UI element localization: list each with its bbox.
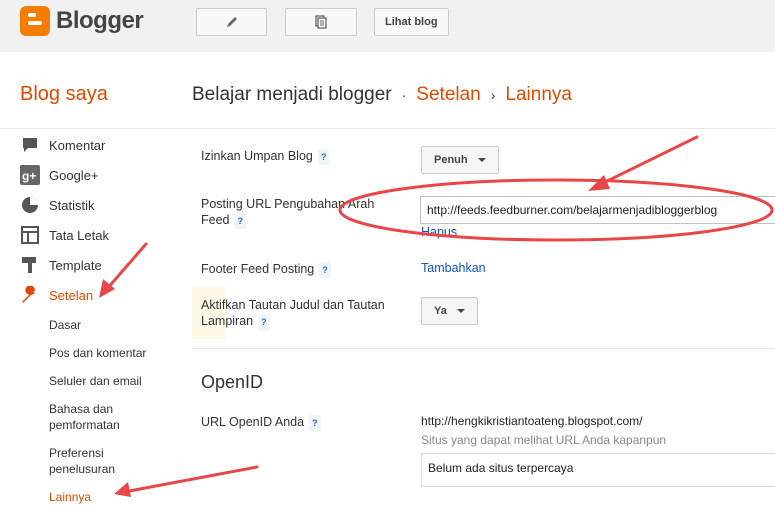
- breadcrumb-settings[interactable]: Setelan: [416, 84, 480, 106]
- stats-icon: [20, 195, 40, 215]
- sidebar-sub-mobile-email[interactable]: Seluler dan email: [49, 373, 142, 389]
- sidebar-item-template[interactable]: Template: [20, 255, 102, 275]
- redirect-label: Posting URL Pengubahan Arah Feed?: [201, 197, 375, 229]
- chevron-down-icon: [456, 309, 465, 313]
- help-icon[interactable]: ?: [319, 262, 331, 278]
- sidebar-item-stats[interactable]: Statistik: [20, 195, 95, 215]
- blogger-logo[interactable]: Blogger: [20, 6, 144, 36]
- sidebar-sub-language[interactable]: Bahasa dan pemformatan: [49, 401, 139, 433]
- view-blog-button[interactable]: Lihat blog: [374, 8, 449, 36]
- blog-title: Belajar menjadi blogger: [192, 84, 392, 105]
- footer-label: Footer Feed Posting?: [201, 261, 331, 278]
- annotation-arrow-url: [588, 135, 699, 191]
- redirect-url-input[interactable]: http://feeds.feedburner.com/belajarmenja…: [420, 196, 775, 224]
- sidebar-item-settings[interactable]: Setelan: [20, 285, 93, 305]
- title-links-dropdown[interactable]: Ya: [421, 297, 478, 325]
- breadcrumb-other: Lainnya: [505, 84, 572, 105]
- posts-list-button[interactable]: [285, 8, 357, 36]
- new-post-button[interactable]: [196, 8, 267, 36]
- documents-icon: [315, 15, 327, 29]
- template-icon: [20, 255, 40, 275]
- feed-label: Izinkan Umpan Blog?: [201, 148, 330, 165]
- sidebar-item-googleplus[interactable]: g+ Google+: [20, 165, 99, 185]
- sidebar-item-layout[interactable]: Tata Letak: [20, 225, 109, 245]
- my-blogs-link[interactable]: Blog saya: [20, 83, 108, 106]
- pencil-icon: [226, 17, 237, 27]
- top-bar: Blogger Lihat blog: [0, 0, 775, 52]
- section-divider: [192, 348, 775, 349]
- wrench-icon: [20, 285, 40, 305]
- svg-text:g+: g+: [22, 169, 36, 183]
- blogger-logo-icon: [20, 6, 50, 36]
- add-footer-link[interactable]: Tambahkan: [421, 261, 486, 275]
- feed-dropdown[interactable]: Penuh: [421, 146, 499, 174]
- openid-heading: OpenID: [201, 372, 264, 392]
- googleplus-icon: g+: [20, 165, 40, 185]
- help-icon[interactable]: ?: [234, 213, 246, 229]
- page-header: Blog saya Belajar menjadi blogger · Sete…: [0, 52, 775, 129]
- sidebar-sub-search-prefs[interactable]: Preferensi penelusuran: [49, 445, 129, 477]
- annotation-arrow-settings: [99, 242, 148, 298]
- annotation-arrow-other: [114, 465, 259, 497]
- chevron-down-icon: [477, 158, 486, 162]
- trusted-sites-box: Belum ada situs terpercaya: [421, 453, 775, 487]
- openid-label: URL OpenID Anda?: [201, 414, 321, 431]
- comment-icon: [20, 135, 40, 155]
- help-icon[interactable]: ?: [258, 314, 270, 330]
- sidebar-item-comments[interactable]: Komentar: [20, 135, 105, 155]
- trusted-sites-note: Situs yang dapat melihat URL Anda kapanp…: [421, 433, 667, 447]
- title-links-label: Aktifkan Tautan Judul dan Tautan Lampira…: [201, 298, 385, 330]
- layout-icon: [20, 225, 40, 245]
- sidebar-sub-other[interactable]: Lainnya: [49, 489, 91, 505]
- sidebar-sub-posts-comments[interactable]: Pos dan komentar: [49, 345, 146, 361]
- help-icon[interactable]: ?: [317, 149, 330, 165]
- openid-url: http://hengkikristiantoateng.blogspot.co…: [421, 414, 643, 428]
- sidebar-sub-basic[interactable]: Dasar: [49, 317, 81, 333]
- breadcrumb: Belajar menjadi blogger · Setelan › Lain…: [192, 84, 572, 106]
- help-icon[interactable]: ?: [309, 415, 321, 431]
- breadcrumb-separator: ·: [401, 87, 407, 103]
- delete-redirect-link[interactable]: Hapus: [421, 225, 457, 239]
- app-name: Blogger: [56, 7, 144, 34]
- breadcrumb-chevron: ›: [490, 87, 496, 103]
